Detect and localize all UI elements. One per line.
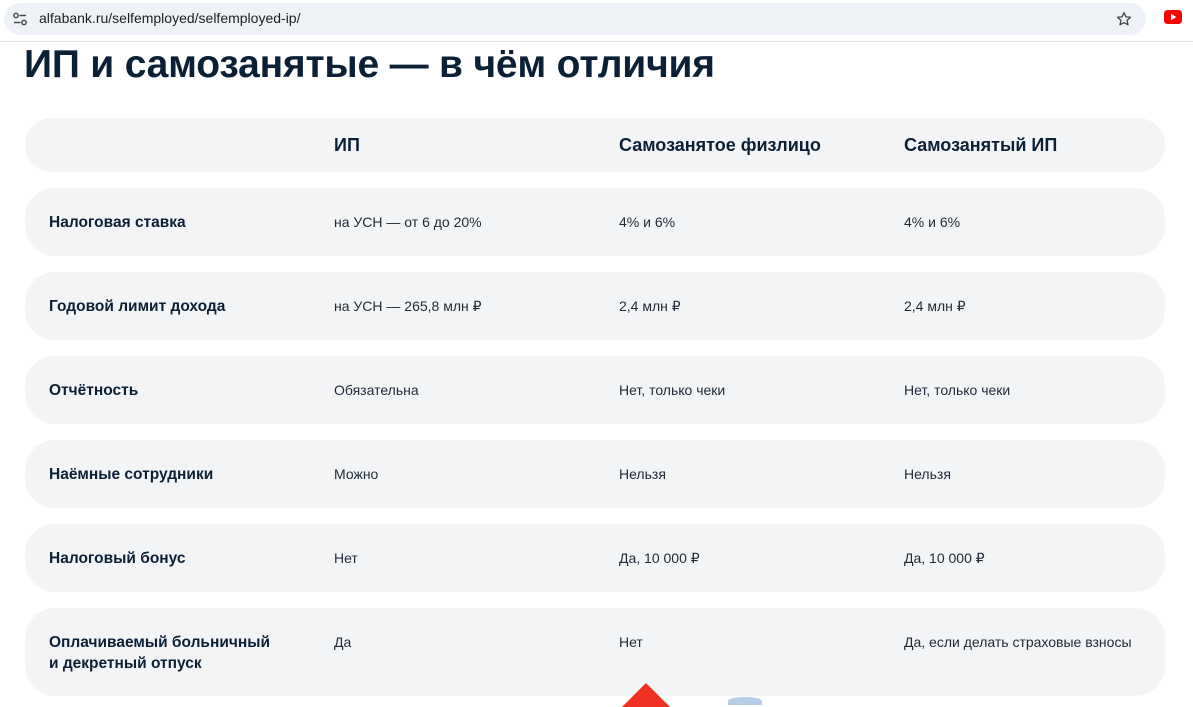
header-empty-cell — [49, 118, 309, 172]
row-label: Наёмные сотрудники — [49, 465, 214, 483]
table-row: Налоговая ставка на УСН — от 6 до 20% 4%… — [25, 188, 1165, 256]
url-text[interactable]: alfabank.ru/selfemployed/selfemployed-ip… — [39, 10, 300, 26]
row-label: Годовой лимит дохода — [49, 297, 226, 315]
row-label: Налоговый бонус — [49, 549, 186, 567]
cell-value: Обязательна — [334, 382, 419, 398]
row-label: Отчётность — [49, 381, 139, 399]
cell-value: Нет, только чеки — [619, 382, 726, 398]
cell-value: 2,4 млн ₽ — [904, 298, 966, 314]
cell-value: Нет — [334, 550, 358, 566]
cell-value: Нельзя — [904, 466, 951, 482]
cell-value: Да, 10 000 ₽ — [619, 550, 700, 566]
table-row: Налоговый бонус Нет Да, 10 000 ₽ Да, 10 … — [25, 524, 1165, 592]
row-label: Налоговая ставка — [49, 213, 186, 231]
decorative-blue-shape — [728, 697, 762, 705]
site-info-icon[interactable] — [12, 11, 28, 27]
header-self-employed-person: Самозанятое физлицо — [619, 134, 821, 155]
table-row: Оплачиваемый больничный и декретный отпу… — [25, 608, 1165, 696]
table-header-row: ИП Самозанятое физлицо Самозанятый ИП — [25, 118, 1165, 172]
bookmark-star-icon[interactable] — [1115, 10, 1133, 28]
cell-value: Нельзя — [619, 466, 666, 482]
cell-value: Нет, только чеки — [904, 382, 1011, 398]
address-bar[interactable]: alfabank.ru/selfemployed/selfemployed-ip… — [4, 3, 1146, 35]
cell-value: на УСН — 265,8 млн ₽ — [334, 298, 482, 314]
cell-value: Нет — [619, 634, 643, 650]
row-label-line: и декретный отпуск — [49, 655, 202, 672]
header-self-employed-ip: Самозанятый ИП — [904, 134, 1058, 155]
table-row: Годовой лимит дохода на УСН — 265,8 млн … — [25, 272, 1165, 340]
table-row: Наёмные сотрудники Можно Нельзя Нельзя — [25, 440, 1165, 508]
table-row: Отчётность Обязательна Нет, только чеки … — [25, 356, 1165, 424]
youtube-icon[interactable] — [1164, 10, 1182, 24]
header-ip: ИП — [334, 134, 360, 155]
cell-value: 4% и 6% — [619, 214, 676, 230]
cell-value: Можно — [334, 466, 379, 482]
cell-value: 2,4 млн ₽ — [619, 298, 681, 314]
row-label-line: Оплачиваемый больничный — [49, 634, 270, 651]
page-title: ИП и самозанятые — в чём отличия — [24, 43, 715, 86]
browser-toolbar: alfabank.ru/selfemployed/selfemployed-ip… — [0, 0, 1193, 42]
cell-value: Да — [334, 634, 352, 650]
cell-value: Да, если делать страховые взносы — [904, 634, 1132, 650]
cell-value: Да, 10 000 ₽ — [904, 550, 985, 566]
row-label: Оплачиваемый больничный и декретный отпу… — [49, 608, 309, 696]
cell-value: 4% и 6% — [904, 214, 961, 230]
cell-value: на УСН — от 6 до 20% — [334, 214, 482, 230]
